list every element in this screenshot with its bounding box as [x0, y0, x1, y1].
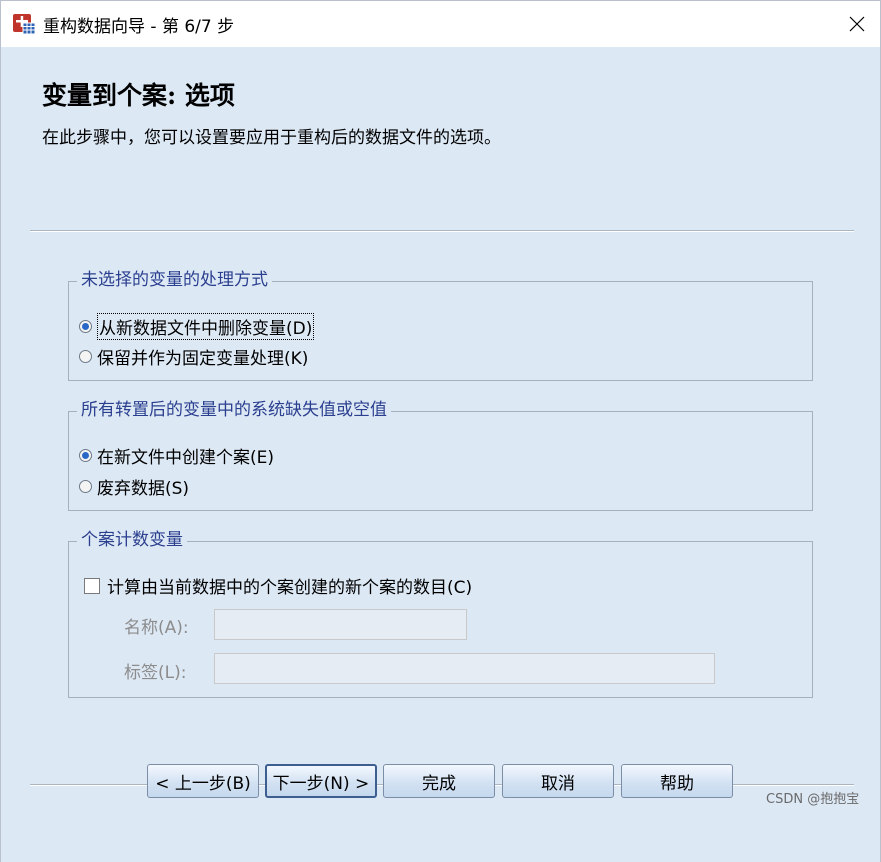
unselected-variables-group: 未选择的变量的处理方式 从新数据文件中删除变量(D) 保留并作为固定变量处理(K… — [68, 269, 813, 381]
window-title: 重构数据向导 - 第 6/7 步 — [43, 17, 235, 37]
title-bar: 重构数据向导 - 第 6/7 步 — [0, 0, 881, 47]
radio-discard-data-label: 废弃数据(S) — [97, 479, 190, 499]
dialog-body: 变量到个案: 选项 在此步骤中，您可以设置要应用于重构后的数据文件的选项。 未选… — [0, 47, 881, 862]
page-description: 在此步骤中，您可以设置要应用于重构后的数据文件的选项。 — [42, 128, 501, 148]
radio-keep-fixed-label: 保留并作为固定变量处理(K) — [97, 349, 309, 369]
close-button[interactable] — [834, 1, 880, 47]
help-button[interactable]: 帮助 — [621, 764, 733, 798]
radio-drop-variables-label: 从新数据文件中删除变量(D) — [97, 313, 315, 340]
label-field-label: 标签(L): — [124, 663, 187, 683]
radio-button-selected[interactable] — [79, 320, 92, 333]
finish-button[interactable]: 完成 — [383, 764, 495, 798]
case-count-group-label: 个案计数变量 — [77, 529, 187, 551]
missing-values-group-label: 所有转置后的变量中的系统缺失值或空值 — [77, 399, 391, 421]
restructure-app-icon — [12, 11, 36, 35]
case-count-group: 个案计数变量 计算由当前数据中的个案创建的新个案的数目(C) 名称(A): 标签… — [68, 529, 813, 698]
close-icon — [849, 16, 865, 32]
case-count-checkbox-label: 计算由当前数据中的个案创建的新个案的数目(C) — [107, 578, 473, 598]
cancel-button[interactable]: 取消 — [502, 764, 614, 798]
label-input[interactable] — [214, 653, 715, 684]
radio-create-case[interactable]: 在新文件中创建个案(E) — [79, 443, 274, 468]
radio-keep-fixed[interactable]: 保留并作为固定变量处理(K) — [79, 344, 308, 369]
case-count-checkbox-row[interactable]: 计算由当前数据中的个案创建的新个案的数目(C) — [84, 573, 472, 598]
page-heading: 变量到个案: 选项 — [42, 81, 235, 110]
radio-discard-data[interactable]: 废弃数据(S) — [79, 474, 189, 499]
radio-button-selected[interactable] — [79, 449, 92, 462]
next-button[interactable]: 下一步(N) > — [265, 764, 377, 798]
top-separator — [30, 230, 854, 232]
back-button[interactable]: < 上一步(B) — [147, 764, 259, 798]
radio-button[interactable] — [79, 350, 92, 363]
radio-create-case-label: 在新文件中创建个案(E) — [97, 448, 275, 468]
name-field-label: 名称(A): — [124, 618, 189, 638]
csdn-watermark: CSDN @抱抱宝 — [766, 792, 860, 807]
case-count-checkbox[interactable] — [84, 577, 100, 594]
radio-drop-variables[interactable]: 从新数据文件中删除变量(D) — [79, 313, 315, 340]
name-input[interactable] — [214, 609, 467, 640]
radio-button[interactable] — [79, 480, 92, 493]
missing-values-group: 所有转置后的变量中的系统缺失值或空值 在新文件中创建个案(E) 废弃数据(S) — [68, 399, 813, 511]
unselected-variables-group-label: 未选择的变量的处理方式 — [77, 269, 272, 291]
